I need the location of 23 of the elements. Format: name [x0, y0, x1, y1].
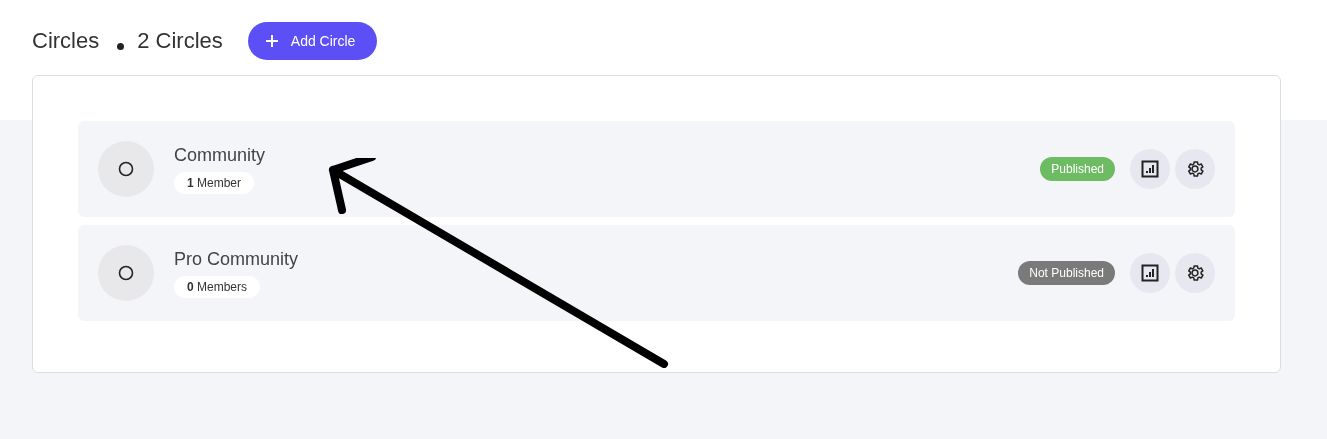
- circle-name: Pro Community: [174, 248, 299, 270]
- analytics-button[interactable]: [1130, 149, 1170, 189]
- circle-name: Community: [174, 144, 266, 166]
- page-title: Circles: [32, 28, 100, 54]
- settings-button[interactable]: [1175, 253, 1215, 293]
- member-count: 0 Members: [174, 275, 261, 298]
- chart-icon: [1141, 264, 1159, 282]
- chart-icon: [1141, 160, 1159, 178]
- settings-icon: [1185, 159, 1205, 179]
- member-count: 1 Member: [174, 171, 255, 194]
- status-badge: Published: [1040, 157, 1115, 181]
- settings-icon: [1185, 263, 1205, 283]
- circle-count: 2 Circles: [137, 28, 223, 54]
- circle-icon: [118, 265, 134, 281]
- add-circle-button[interactable]: Add Circle: [247, 22, 378, 60]
- status-badge: Not Published: [1018, 261, 1115, 285]
- circle-icon: [118, 161, 134, 177]
- circle-row[interactable]: Community 1 Member Published: [78, 121, 1235, 217]
- separator-dot: [117, 42, 125, 50]
- plus-icon: [264, 34, 279, 48]
- settings-button[interactable]: [1175, 149, 1215, 189]
- analytics-button[interactable]: [1130, 253, 1170, 293]
- circle-row[interactable]: Pro Community 0 Members Not Published: [78, 225, 1235, 321]
